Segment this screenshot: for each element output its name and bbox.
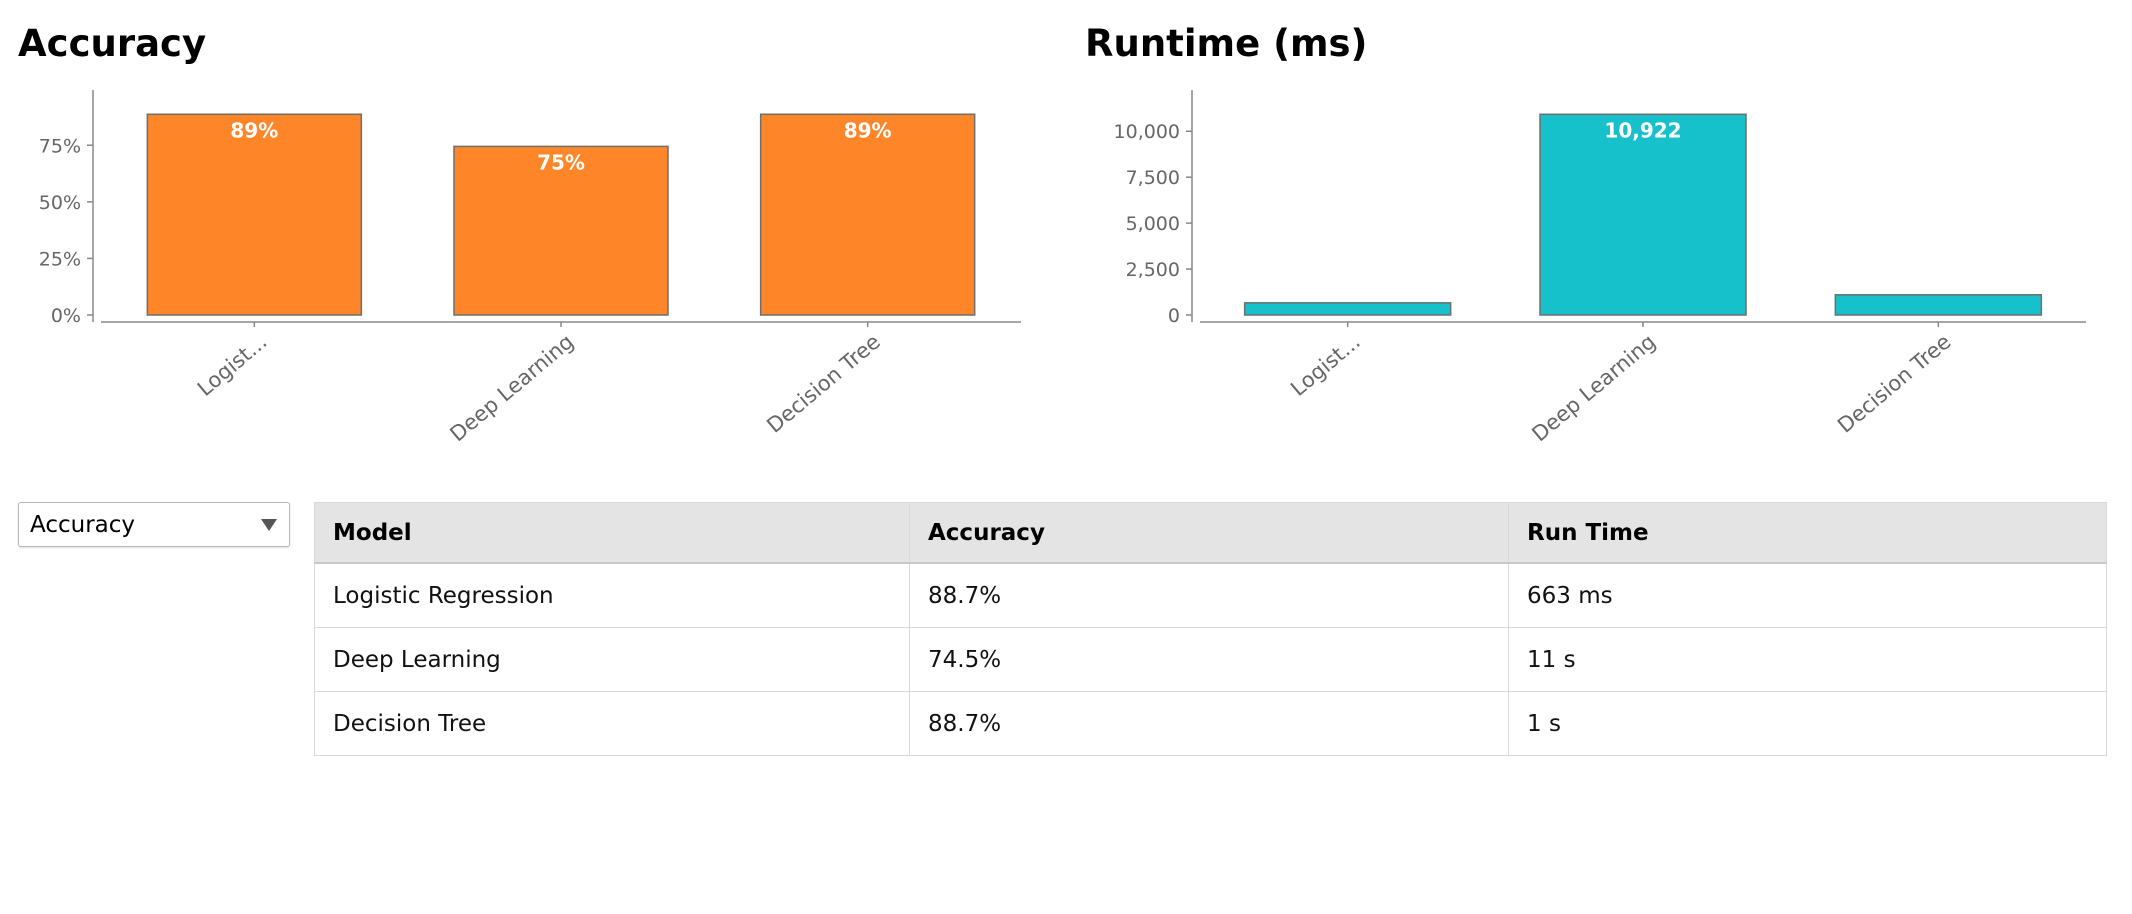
y-tick-label: 2,500 — [1126, 259, 1180, 281]
chart-bar[interactable] — [146, 113, 363, 316]
bar-data-label: 89% — [230, 118, 278, 142]
accuracy-chart-title: Accuracy — [18, 22, 207, 65]
chart-bar[interactable] — [1539, 113, 1747, 316]
accuracy-cell: 74.5% — [909, 627, 1509, 692]
x-tick-label: Deep Learning — [445, 329, 578, 446]
accuracy-cell: 88.7% — [909, 691, 1509, 756]
y-tick-label: 0 — [1168, 305, 1180, 327]
chart-bar[interactable] — [1834, 294, 2043, 316]
x-tick-label: Decision Tree — [1833, 329, 1956, 437]
run-time-cell: 663 ms — [1508, 562, 2107, 628]
table-row[interactable]: Deep Learning 74.5% 11 s — [314, 627, 2107, 692]
column-header-run-time[interactable]: Run Time — [1508, 502, 2107, 564]
model-cell: Deep Learning — [314, 627, 910, 692]
bar-data-label: 10,922 — [1604, 118, 1681, 142]
column-header-model[interactable]: Model — [314, 502, 910, 564]
accuracy-bar-chart: 0% 25% 50% 75% 89% Logist... 75% Deep Learning 8… — [39, 90, 1021, 446]
run-time-cell: 1 s — [1508, 691, 2107, 756]
y-tick-label: 10,000 — [1114, 121, 1180, 143]
table-row[interactable]: Logistic Regression 88.7% 663 ms — [314, 562, 2107, 628]
runtime-chart-title: Runtime (ms) — [1085, 22, 1368, 65]
model-cell: Decision Tree — [314, 691, 910, 756]
table-row[interactable]: Decision Tree 88.7% 1 s — [314, 691, 2107, 756]
x-tick-label: Logist... — [1286, 329, 1365, 400]
y-tick-label: 25% — [39, 248, 81, 270]
run-time-cell: 11 s — [1508, 627, 2107, 692]
x-tick-label: Logist... — [193, 329, 272, 400]
results-table: Model Accuracy Run Time Logistic Regress… — [314, 502, 2107, 756]
chevron-down-icon[interactable] — [261, 519, 277, 531]
bar-data-label: 89% — [844, 118, 892, 142]
metric-dropdown[interactable]: Accuracy — [18, 502, 290, 547]
chart-bar[interactable] — [1243, 302, 1452, 316]
column-header-accuracy[interactable]: Accuracy — [909, 502, 1509, 564]
y-tick-label: 5,000 — [1126, 213, 1180, 235]
bar-data-label: 75% — [537, 150, 585, 174]
chart-bar[interactable] — [759, 113, 976, 316]
x-tick-label: Deep Learning — [1527, 329, 1660, 446]
accuracy-cell: 88.7% — [909, 562, 1509, 628]
metric-dropdown-value: Accuracy — [30, 512, 136, 538]
y-tick-label: 50% — [39, 192, 81, 214]
x-tick-label: Decision Tree — [762, 329, 885, 437]
y-tick-label: 0% — [51, 305, 81, 327]
model-cell: Logistic Regression — [314, 562, 910, 628]
y-tick-label: 75% — [39, 135, 81, 157]
table-header-row: Model Accuracy Run Time — [314, 502, 2107, 564]
runtime-bar-chart: 0 2,500 5,000 7,500 10,000 Logist... 10,922 Dee… — [1114, 90, 2086, 446]
y-tick-label: 7,500 — [1126, 167, 1180, 189]
